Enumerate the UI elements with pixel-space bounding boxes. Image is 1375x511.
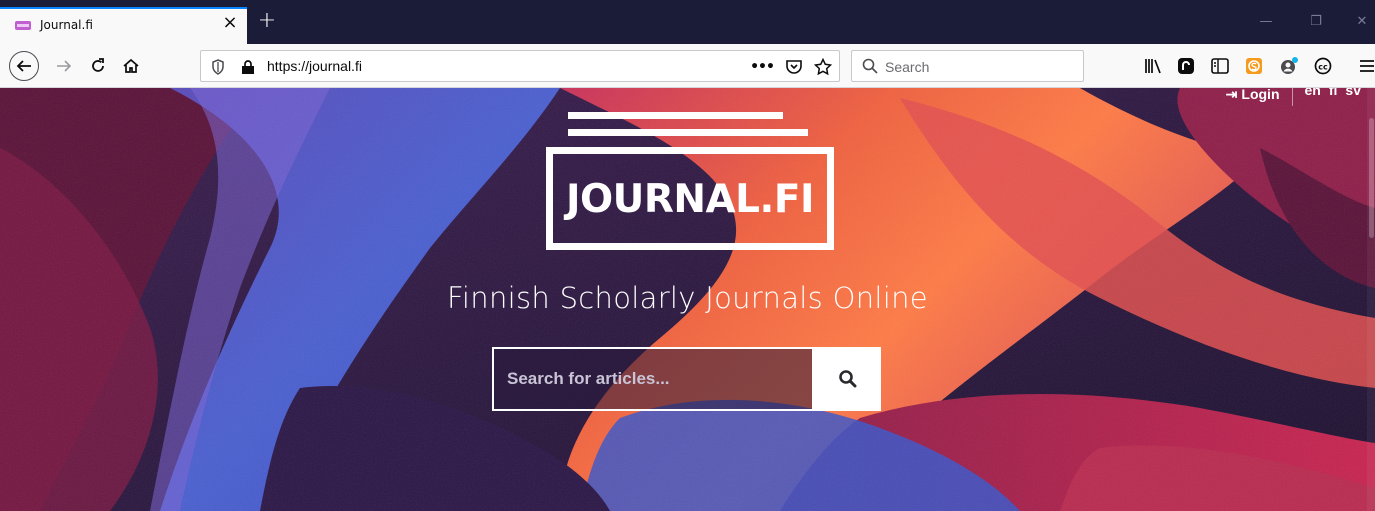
url-text[interactable]: https://journal.fi bbox=[267, 58, 362, 74]
scrollbar-thumb[interactable] bbox=[1369, 118, 1374, 238]
language-en[interactable]: en bbox=[1305, 88, 1321, 106]
menu-icon[interactable] bbox=[1357, 56, 1375, 76]
creative-commons-icon[interactable]: cc bbox=[1313, 56, 1333, 76]
svg-text:cc: cc bbox=[1318, 63, 1328, 72]
article-search-input[interactable] bbox=[492, 347, 814, 411]
page-content: ⇥ Login en fi sv JOURNAL.FI Finnish Scho… bbox=[0, 88, 1375, 511]
home-icon[interactable] bbox=[117, 52, 145, 80]
login-icon: ⇥ bbox=[1225, 88, 1238, 102]
new-tab-icon[interactable]: + bbox=[256, 10, 278, 32]
search-icon bbox=[862, 58, 878, 74]
extension-s-icon[interactable] bbox=[1244, 56, 1264, 76]
minimize-icon[interactable]: — bbox=[1258, 14, 1274, 30]
restore-icon[interactable]: ❐ bbox=[1308, 14, 1324, 30]
page-scrollbar[interactable] bbox=[1367, 88, 1375, 511]
svg-text:JOURNAL.FI: JOURNAL.FI bbox=[563, 177, 814, 222]
reload-icon[interactable] bbox=[84, 52, 112, 80]
back-icon[interactable] bbox=[9, 51, 39, 81]
language-sv[interactable]: sv bbox=[1345, 88, 1361, 106]
login-link[interactable]: ⇥ Login bbox=[1226, 88, 1280, 106]
language-fi[interactable]: fi bbox=[1329, 88, 1338, 106]
library-icon[interactable] bbox=[1143, 56, 1163, 76]
tracking-protection-icon[interactable] bbox=[209, 58, 227, 76]
sidebar-icon[interactable] bbox=[1210, 56, 1230, 76]
browser-tab[interactable]: Journal.fi × bbox=[0, 7, 247, 44]
divider bbox=[1291, 88, 1293, 106]
bookmark-star-icon[interactable] bbox=[814, 58, 832, 76]
tab-close-icon[interactable]: × bbox=[222, 14, 238, 32]
search-box[interactable]: Search bbox=[851, 50, 1084, 82]
journal-fi-logo[interactable]: JOURNAL.FI bbox=[546, 112, 834, 252]
pocket-icon[interactable] bbox=[785, 58, 803, 76]
url-bar[interactable]: https://journal.fi ••• bbox=[200, 50, 840, 82]
extension-icon[interactable] bbox=[1176, 56, 1196, 76]
site-tagline: Finnish Scholarly Journals Online bbox=[447, 281, 928, 315]
close-window-icon[interactable]: ✕ bbox=[1354, 14, 1370, 30]
extension-user-icon[interactable] bbox=[1279, 56, 1299, 76]
lock-icon[interactable] bbox=[239, 58, 257, 76]
search-placeholder: Search bbox=[885, 59, 930, 75]
page-actions-icon[interactable]: ••• bbox=[750, 58, 775, 76]
navigation-toolbar: https://journal.fi ••• Search cc bbox=[0, 44, 1375, 88]
journal-favicon-icon bbox=[15, 21, 31, 30]
forward-icon[interactable] bbox=[50, 52, 78, 80]
tab-title: Journal.fi bbox=[40, 18, 93, 32]
tab-bar: Journal.fi × + — ❐ ✕ bbox=[0, 0, 1375, 44]
article-search-form bbox=[492, 347, 881, 411]
article-search-button[interactable] bbox=[814, 347, 881, 411]
magnifier-icon bbox=[838, 370, 856, 388]
header-links: ⇥ Login en fi sv bbox=[1226, 88, 1361, 106]
